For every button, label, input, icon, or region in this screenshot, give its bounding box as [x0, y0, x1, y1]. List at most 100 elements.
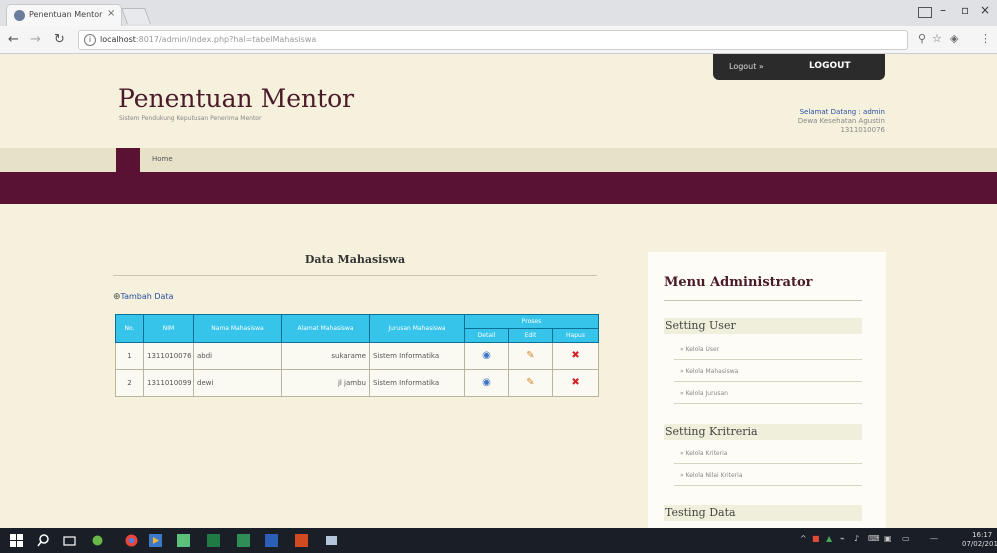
sidebar-item-kelola-mahasiswa[interactable]: » Kelola Mahasiswa	[674, 364, 862, 382]
view-detail-icon[interactable]: ◉	[482, 378, 491, 388]
cell-detail: ◉	[464, 342, 509, 370]
extension-icon[interactable]: ◈	[950, 32, 958, 45]
chrome-icon[interactable]	[124, 533, 139, 548]
maximize-icon[interactable]: ▫	[961, 3, 969, 17]
brand-banner	[0, 172, 997, 204]
cell-nama: dewi	[193, 369, 282, 397]
cell-jurusan: Sistem Informatika	[369, 342, 465, 370]
col-jurusan-header: Jurusan Mahasiswa	[369, 314, 465, 343]
system-clock[interactable]: 16:17 07/02/2017	[962, 531, 997, 549]
welcome-text[interactable]: Selamat Datang : admin	[798, 108, 885, 117]
browser-tab-bar: Penentuan Mentor × – ▫ ×	[0, 0, 997, 26]
cell-alamat: sukarame	[281, 342, 370, 370]
url-path: :8017/admin/index.php?hal=tabelMahasiswa	[135, 35, 317, 44]
favicon-icon	[14, 10, 25, 21]
sidebar-item-kelola-user[interactable]: » Kelola User	[674, 342, 862, 360]
nav-bar: Home	[0, 148, 997, 172]
tray-network-icon[interactable]: ⌁	[840, 534, 845, 543]
excel-icon[interactable]	[206, 533, 221, 548]
logout-link[interactable]: Logout »	[729, 62, 764, 71]
cell-hapus: ✖	[551, 369, 600, 397]
nav-active-marker	[116, 148, 140, 172]
col-proses-header: Proses	[463, 314, 600, 329]
info-icon[interactable]: i	[84, 34, 96, 46]
window-close-icon[interactable]: ×	[980, 3, 990, 17]
admin-sidebar: Menu Administrator Setting User » Kelola…	[648, 252, 886, 528]
sidebar-item-kelola-jurusan[interactable]: » Kelola Jurusan	[674, 386, 862, 404]
os-taskbar: ^ ■ ▲ ⌁ ♪ ⌨ ▣ ▭ — 16:17 07/02/2017	[0, 528, 997, 553]
logout-button[interactable]: LOGOUT	[809, 61, 851, 71]
zoom-icon[interactable]: ⚲	[918, 32, 926, 45]
new-tab-button[interactable]	[121, 8, 151, 24]
url-host: localhost	[100, 35, 136, 44]
tray-language-icon[interactable]: —	[930, 534, 938, 543]
word-icon[interactable]	[264, 533, 279, 548]
title-divider	[113, 275, 597, 276]
nav-item-home[interactable]: Home	[152, 155, 173, 163]
url-text: localhost:8017/admin/index.php?hal=tabel…	[100, 35, 316, 44]
cell-alamat: jl jambu	[281, 369, 370, 397]
minimize-icon[interactable]: –	[940, 3, 946, 17]
col-detail-header: Detail	[464, 328, 509, 343]
browser-tab[interactable]: Penentuan Mentor ×	[6, 4, 122, 26]
url-field[interactable]: i localhost:8017/admin/index.php?hal=tab…	[78, 30, 908, 50]
section-testing-data: Testing Data	[664, 505, 862, 521]
files-icon[interactable]	[324, 533, 339, 548]
section-setting-kriteria: Setting Kritreria	[664, 424, 862, 440]
spreadsheet-icon[interactable]	[236, 533, 251, 548]
tray-volume-icon[interactable]: ♪	[854, 534, 859, 543]
cell-no: 1	[115, 342, 144, 370]
welcome-block: Selamat Datang : admin Dewa Kesehatan Ag…	[798, 108, 885, 135]
add-data-link[interactable]: ⊕Tambah Data	[113, 292, 174, 302]
table-row: 2 1311010099 dewi jl jambu Sistem Inform…	[115, 369, 600, 397]
tray-app-icon[interactable]: ■	[812, 534, 820, 543]
app-icon[interactable]	[176, 533, 191, 548]
sidebar-item-kelola-nilai-kriteria[interactable]: » Kelola Nilai Kriteria	[674, 468, 862, 486]
mahasiswa-table: No. NIM Nama Mahasiswa Alamat Mahasiswa …	[115, 314, 600, 397]
forward-icon[interactable]: →	[30, 32, 41, 47]
user-name: Dewa Kesehatan Agustin	[797, 117, 885, 125]
cell-edit: ✎	[508, 342, 553, 370]
powerpoint-icon[interactable]	[294, 533, 309, 548]
sidebar-item-kelola-kriteria[interactable]: » Kelola Kriteria	[674, 446, 862, 464]
cell-no: 2	[115, 369, 144, 397]
media-app-icon[interactable]	[148, 533, 163, 548]
clock-time: 16:17	[972, 531, 993, 539]
edit-icon[interactable]: ✎	[526, 351, 534, 361]
logout-bar: Logout » LOGOUT	[713, 54, 885, 80]
tab-close-icon[interactable]: ×	[107, 8, 115, 19]
delete-icon[interactable]: ✖	[571, 351, 579, 361]
add-data-label: Tambah Data	[120, 292, 174, 301]
sidebar-divider	[664, 300, 862, 301]
sidebar-title: Menu Administrator	[664, 275, 813, 290]
view-detail-icon[interactable]: ◉	[482, 351, 491, 361]
tray-warning-icon[interactable]: ▲	[826, 534, 832, 543]
table-row: 1 1311010076 abdi sukarame Sistem Inform…	[115, 342, 600, 370]
plant-app-icon[interactable]	[90, 533, 105, 548]
reload-icon[interactable]: ↻	[54, 32, 65, 47]
tray-up-icon[interactable]: ^	[800, 534, 807, 543]
cell-nim: 1311010099	[143, 369, 194, 397]
delete-icon[interactable]: ✖	[571, 378, 579, 388]
tray-keyboard-icon[interactable]: ⌨	[868, 534, 880, 543]
col-nim-header: NIM	[143, 314, 194, 343]
cell-jurusan: Sistem Informatika	[369, 369, 465, 397]
cell-edit: ✎	[508, 369, 553, 397]
task-view-icon[interactable]	[62, 533, 77, 548]
col-hapus-header: Hapus	[551, 328, 600, 343]
search-icon[interactable]	[36, 533, 51, 548]
tray-chat-icon[interactable]: ▣	[884, 534, 892, 543]
star-icon[interactable]: ☆	[932, 32, 942, 45]
site-subtitle: Sistem Pendukung Keputusan Penerima Ment…	[119, 115, 262, 122]
tab-title: Penentuan Mentor	[29, 10, 103, 19]
edit-icon[interactable]: ✎	[526, 378, 534, 388]
table-header-row: No. NIM Nama Mahasiswa Alamat Mahasiswa …	[115, 314, 600, 343]
cell-nim: 1311010076	[143, 342, 194, 370]
windows-start-icon[interactable]	[9, 533, 24, 548]
back-icon[interactable]: ←	[8, 32, 19, 47]
add-icon: ⊕	[113, 292, 121, 302]
tray-battery-icon[interactable]: ▭	[902, 534, 910, 543]
window-user-icon[interactable]	[918, 7, 932, 18]
menu-icon[interactable]: ⋮	[980, 32, 991, 45]
col-nama-header: Nama Mahasiswa	[193, 314, 282, 343]
